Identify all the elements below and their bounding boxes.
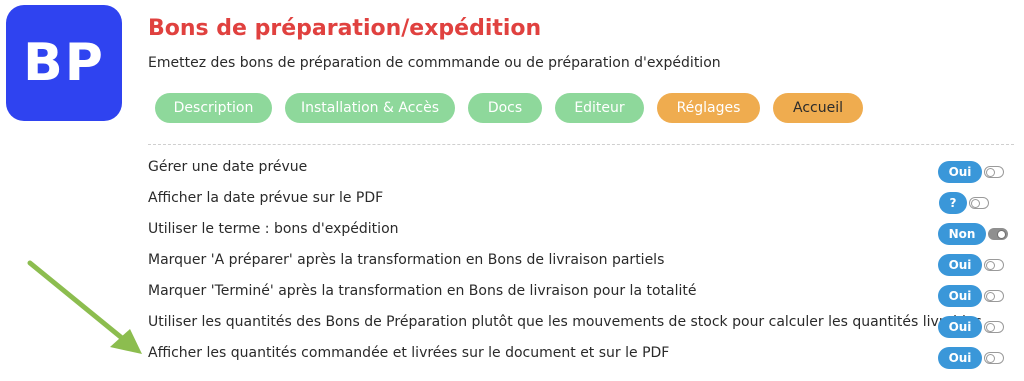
setting-row: Marquer 'A préparer' après la transforma… [148,247,1018,278]
nav-docs-button[interactable]: Docs [468,93,542,123]
setting-value-badge[interactable]: ? [939,192,967,214]
setting-value-badge[interactable]: Oui [938,285,982,307]
setting-row: Utiliser les quantités des Bons de Prépa… [148,309,1018,340]
toggle-switch-icon[interactable] [988,228,1008,240]
toggle-switch-icon[interactable] [984,321,1004,333]
arrow-pointing-icon [27,260,142,354]
nav-accueil-button[interactable]: Accueil [773,93,863,123]
setting-label: Marquer 'A préparer' après la transforma… [148,251,665,268]
setting-label: Afficher les quantités commandée et livr… [148,344,670,361]
setting-label: Utiliser le terme : bons d'expédition [148,220,399,237]
page-subtitle: Emettez des bons de préparation de commm… [148,55,721,71]
setting-value-badge[interactable]: Non [938,223,986,245]
nav-description-button[interactable]: Description [155,93,272,123]
setting-value-badge[interactable]: Oui [938,347,982,369]
setting-row: Utiliser le terme : bons d'expédition No… [148,216,1018,247]
setting-row: Afficher les quantités commandée et livr… [148,340,1018,371]
setting-label: Utiliser les quantités des Bons de Prépa… [148,313,982,330]
setting-label: Afficher la date prévue sur le PDF [148,189,384,206]
nav-reglages-button[interactable]: Réglages [657,93,760,123]
page-title: Bons de préparation/expédition [148,16,542,41]
section-divider [148,144,1014,145]
app-logo: BP [6,5,122,121]
settings-list: Gérer une date prévue Oui Afficher la da… [148,154,1018,371]
nav-installation-button[interactable]: Installation & Accès [285,93,455,123]
toggle-switch-icon[interactable] [969,197,989,209]
setting-label: Marquer 'Terminé' après la transformatio… [148,282,697,299]
setting-value-badge[interactable]: Oui [938,161,982,183]
toggle-switch-icon[interactable] [984,290,1004,302]
setting-row: Marquer 'Terminé' après la transformatio… [148,278,1018,309]
setting-label: Gérer une date prévue [148,158,308,175]
setting-row: Gérer une date prévue Oui [148,154,1018,185]
toggle-switch-icon[interactable] [984,259,1004,271]
toggle-switch-icon[interactable] [984,166,1004,178]
page: BP Bons de préparation/expédition Emette… [0,0,1024,381]
toggle-switch-icon[interactable] [984,352,1004,364]
logo-text: BP [23,33,105,93]
nav-bar: Description Installation & Accès Docs Ed… [155,93,863,123]
setting-value-badge[interactable]: Oui [938,316,982,338]
setting-value-badge[interactable]: Oui [938,254,982,276]
nav-editeur-button[interactable]: Editeur [555,93,644,123]
setting-row: Afficher la date prévue sur le PDF ? [148,185,1018,216]
